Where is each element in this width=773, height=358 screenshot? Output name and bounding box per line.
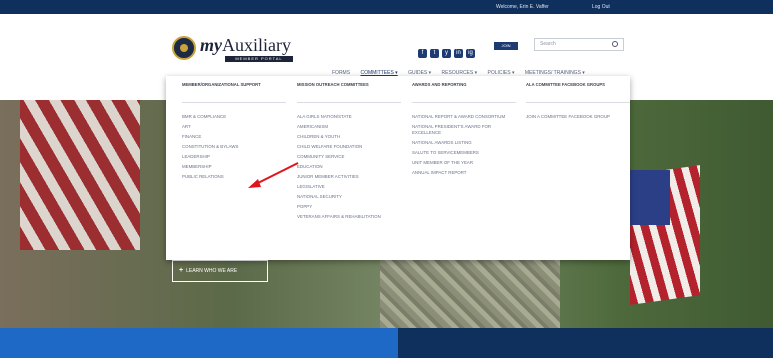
menu-item[interactable]: CHILDREN & YOUTH [297, 134, 403, 140]
menu-item[interactable]: COMMUNITY SERVICE [297, 154, 403, 160]
learn-who-we-are-button[interactable]: + LEARN WHO WE ARE [172, 260, 268, 282]
bottom-band-right [398, 328, 773, 358]
myauxiliary-logo[interactable]: myAuxiliary MEMBER PORTAL [172, 35, 302, 64]
search-icon[interactable] [612, 41, 618, 47]
youtube-icon[interactable]: y [442, 49, 451, 58]
menu-item[interactable]: POPPY [297, 204, 403, 210]
social-links: f t y in ig [418, 41, 478, 58]
menu-item[interactable]: FINANCE [182, 134, 288, 140]
menu-item[interactable]: NATIONAL REPORT & AWARD CONSORTIUM [412, 114, 518, 120]
column-heading: AWARDS AND REPORTING [412, 82, 467, 87]
soldier-image [380, 260, 560, 328]
menu-item[interactable]: CHILD WELFARE FOUNDATION [297, 144, 403, 150]
welcome-text: Welcome, Erin E. Vaffer [496, 4, 549, 10]
linkedin-icon[interactable]: in [454, 49, 463, 58]
logout-link[interactable]: Log Out [592, 4, 610, 10]
flag-image-right [630, 165, 700, 305]
annotation-arrow-icon [248, 162, 299, 188]
ala-seal-icon [172, 36, 196, 60]
column-heading: MEMBER/ORGANIZATIONAL SUPPORT [182, 82, 261, 87]
menu-item[interactable]: ALA GIRLS NATION/STATE [297, 114, 403, 120]
column-heading: ALA COMMITTEE FACEBOOK GROUPS [526, 82, 605, 87]
committees-dropdown: MEMBER/ORGANIZATIONAL SUPPORT BMR & COMP… [166, 76, 630, 260]
divider [526, 102, 630, 103]
top-bar: Welcome, Erin E. Vaffer Log Out [0, 0, 773, 14]
menu-item[interactable]: ART [182, 124, 288, 130]
menu-item[interactable]: JUNIOR MEMBER ACTIVITIES [297, 174, 403, 180]
menu-item[interactable]: ANNUAL IMPACT REPORT [412, 170, 518, 176]
menu-item[interactable]: CONSTITUTION & BYLAWS [182, 144, 288, 150]
column-heading: MISSION OUTREACH COMMITTEES [297, 82, 369, 87]
menu-item[interactable]: UNIT MEMBER OF THE YEAR [412, 160, 518, 166]
menu-item[interactable]: NATIONAL SECURITY [297, 194, 403, 200]
menu-item[interactable]: JOIN A COMMITTEE FACEBOOK GROUP [526, 114, 632, 120]
join-button[interactable]: JOIN [494, 42, 518, 50]
menu-item[interactable]: AMERICANISM [297, 124, 403, 130]
flag-image-left [20, 100, 140, 250]
menu-item[interactable]: SALUTE TO SERVICEMEMBERS [412, 150, 518, 156]
bottom-band-left [0, 328, 398, 358]
plus-icon: + [179, 267, 184, 274]
search-input[interactable]: Search [534, 38, 624, 51]
instagram-icon[interactable]: ig [466, 49, 475, 58]
divider [412, 102, 516, 103]
facebook-icon[interactable]: f [418, 49, 427, 58]
menu-item[interactable]: NATIONAL AWARDS LISTING [412, 140, 518, 146]
menu-item[interactable]: LEGISLATIVE [297, 184, 403, 190]
twitter-icon[interactable]: t [430, 49, 439, 58]
divider [297, 102, 401, 103]
menu-item[interactable]: BMR & COMPLIANCE [182, 114, 288, 120]
menu-item[interactable]: NATIONAL PRESIDENT'S AWARD FOR EXCELLENC… [412, 124, 518, 136]
divider [182, 102, 286, 103]
menu-item[interactable]: VETERANS AFFAIRS & REHABILITATION [297, 214, 403, 220]
menu-item[interactable]: EDUCATION [297, 164, 403, 170]
logo-subtitle: MEMBER PORTAL [225, 56, 293, 62]
logo-wordmark: myAuxiliary [200, 35, 291, 55]
